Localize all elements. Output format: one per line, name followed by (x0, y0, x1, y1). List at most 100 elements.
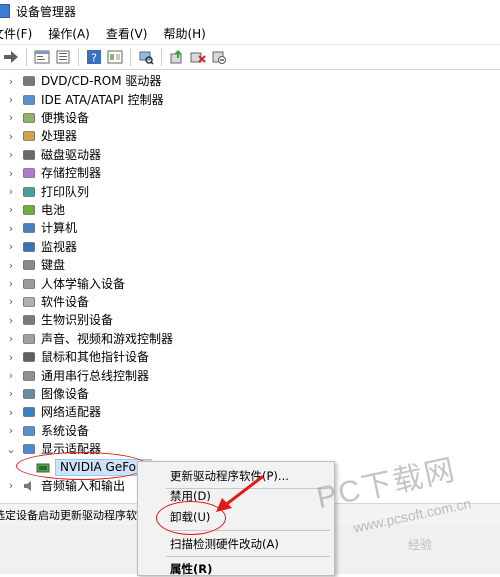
tree-category-row[interactable]: › IDE ATA/ATAPI 控制器 (0, 90, 164, 108)
device-category-icon (22, 277, 36, 291)
tree-category-label: 人体学输入设备 (41, 276, 126, 291)
device-manager-icon (0, 4, 10, 18)
chevron-right-icon[interactable]: › (4, 295, 18, 308)
device-category-icon (22, 166, 36, 180)
device-category-icon (22, 258, 36, 272)
show-hidden-icon[interactable] (106, 48, 124, 66)
chevron-down-icon[interactable]: ⌄ (4, 443, 18, 456)
device-category-icon (22, 203, 36, 217)
help-icon[interactable]: ? (85, 48, 103, 66)
tree-category-row[interactable]: › 人体学输入设备 (0, 274, 125, 292)
tree-category-label: 便携设备 (41, 110, 90, 125)
properties-icon[interactable] (33, 48, 51, 66)
tree-category-row[interactable]: › 计算机 (0, 219, 77, 237)
chevron-right-icon[interactable]: › (4, 332, 18, 345)
tree-category-label: 通用串行总线控制器 (41, 368, 150, 383)
tree-category-row[interactable]: › 软件设备 (0, 293, 89, 311)
menu-view[interactable]: 查看(V) (98, 25, 156, 42)
tree-category-label: 键盘 (41, 258, 66, 273)
device-category-icon (22, 350, 36, 364)
toolbar-separator (130, 48, 131, 66)
tree-category-label: 音频输入和输出 (41, 478, 126, 493)
tree-category-row[interactable]: › 音频输入和输出 (0, 477, 125, 495)
tree-category-row[interactable]: › 磁盘驱动器 (0, 146, 101, 164)
tree-category-row[interactable]: › 系统设备 (0, 422, 89, 440)
chevron-right-icon[interactable]: › (4, 93, 18, 106)
forward-arrow-icon[interactable] (2, 48, 20, 66)
uninstall-icon[interactable] (189, 48, 207, 66)
tree-category-label: 声音、视频和游戏控制器 (41, 331, 174, 346)
tree-category-row[interactable]: › 键盘 (0, 256, 65, 274)
menu-file[interactable]: 文件(F) (0, 25, 40, 42)
device-category-icon (22, 405, 36, 419)
device-category-icon (22, 332, 36, 346)
chevron-right-icon[interactable]: › (4, 203, 18, 216)
chevron-right-icon[interactable]: › (4, 314, 18, 327)
scan-hardware-icon[interactable] (137, 48, 155, 66)
device-category-icon (22, 111, 36, 125)
chevron-right-icon[interactable]: › (4, 387, 18, 400)
tree-category-row[interactable]: › 电池 (0, 201, 65, 219)
chevron-right-icon[interactable]: › (4, 185, 18, 198)
chevron-right-icon[interactable]: › (4, 111, 18, 124)
tree-category-row[interactable]: › 处理器 (0, 127, 77, 145)
chevron-right-icon[interactable]: › (4, 424, 18, 437)
device-category-icon (22, 93, 36, 107)
tree-category-label: 监视器 (41, 239, 78, 254)
tree-category-row[interactable]: › 鼠标和其他指针设备 (0, 348, 149, 366)
menu-help[interactable]: 帮助(H) (155, 25, 213, 42)
tree-category-row[interactable]: › 打印队列 (0, 182, 89, 200)
toolbar-separator (26, 48, 27, 66)
menu-bar: 文件(F) 操作(A) 查看(V) 帮助(H) (0, 22, 500, 44)
toolbar-separator (78, 48, 79, 66)
menu-action[interactable]: 操作(A) (40, 25, 98, 42)
device-category-icon (22, 148, 36, 162)
device-category-icon (22, 369, 36, 383)
menu-item-scan-hardware[interactable]: 扫描检测硬件改动(A) (170, 536, 279, 552)
tree-category-label: 磁盘驱动器 (41, 147, 102, 162)
svg-text:?: ? (91, 52, 97, 65)
toolbar: ? (0, 44, 500, 70)
tree-category-label: 计算机 (41, 221, 78, 236)
tree-category-row[interactable]: › 通用串行总线控制器 (0, 366, 149, 384)
tree-category-row[interactable]: › 存储控制器 (0, 164, 101, 182)
chevron-right-icon[interactable]: › (4, 130, 18, 143)
device-category-icon (22, 313, 36, 327)
chevron-right-icon[interactable]: › (4, 75, 18, 88)
menu-item-properties[interactable]: 属性(R) (170, 561, 212, 577)
tree-category-label: 系统设备 (41, 423, 90, 438)
tree-category-row[interactable]: › 便携设备 (0, 109, 89, 127)
device-tree: › DVD/CD-ROM 驱动器 › IDE ATA/ATAPI 控制器 › 便携设备 › 处… (0, 72, 500, 504)
tree-category-row[interactable]: › 图像设备 (0, 385, 89, 403)
tree-category-row[interactable]: › 生物识别设备 (0, 311, 113, 329)
device-category-icon (22, 387, 36, 401)
chevron-right-icon[interactable]: › (4, 479, 18, 492)
disable-icon[interactable] (210, 48, 228, 66)
chevron-right-icon[interactable]: › (4, 148, 18, 161)
tree-category-row[interactable]: › 声音、视频和游戏控制器 (0, 330, 173, 348)
tree-category-label: 打印队列 (41, 184, 90, 199)
list-view-icon[interactable] (54, 48, 72, 66)
chevron-right-icon[interactable]: › (4, 351, 18, 364)
chevron-right-icon[interactable]: › (4, 406, 18, 419)
tree-category-label: 网络适配器 (41, 405, 102, 420)
tree-category-label: 鼠标和其他指针设备 (41, 350, 150, 365)
tree-category-label: 软件设备 (41, 294, 90, 309)
device-category-icon (22, 74, 36, 88)
chevron-right-icon[interactable]: › (4, 277, 18, 290)
tree-category-row[interactable]: › 监视器 (0, 238, 77, 256)
chevron-right-icon[interactable]: › (4, 240, 18, 253)
tree-category-row[interactable]: › 网络适配器 (0, 403, 101, 421)
chevron-right-icon[interactable]: › (4, 167, 18, 180)
update-driver-icon[interactable] (168, 48, 186, 66)
tree-category-row[interactable]: › DVD/CD-ROM 驱动器 (0, 72, 162, 90)
device-category-icon (22, 221, 36, 235)
annotation-circle-nvidia (16, 452, 148, 480)
chevron-right-icon[interactable]: › (4, 369, 18, 382)
chevron-right-icon[interactable]: › (4, 259, 18, 272)
device-category-icon (22, 129, 36, 143)
chevron-right-icon[interactable]: › (4, 222, 18, 235)
audio-io-icon (22, 479, 36, 493)
annotation-arrow (216, 475, 264, 512)
status-text: 选定设备启动更新驱动程序软 (0, 509, 137, 522)
